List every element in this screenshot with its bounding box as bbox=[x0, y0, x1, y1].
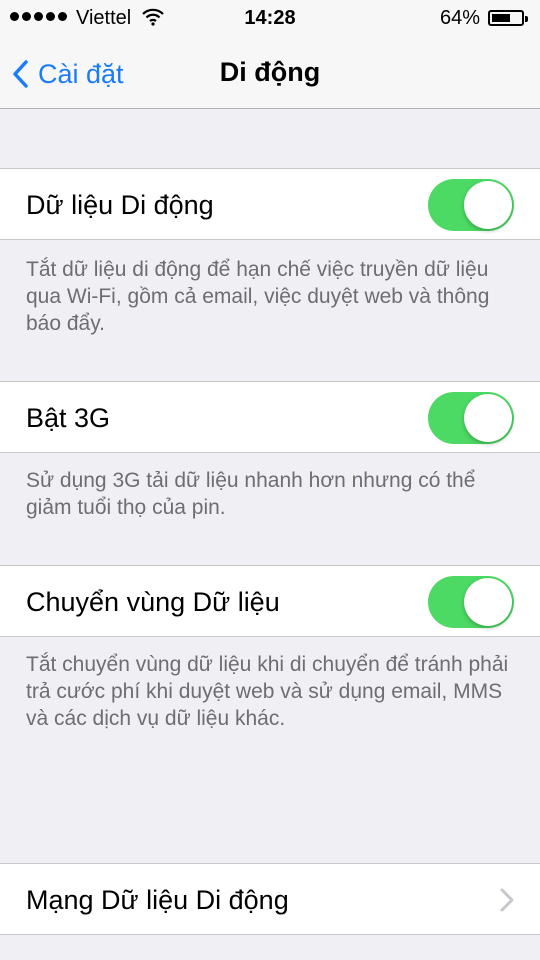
toggle-knob bbox=[464, 578, 512, 626]
navigation-bar: Cài đặt Di động bbox=[0, 40, 540, 109]
data-roaming-toggle[interactable] bbox=[428, 576, 514, 628]
status-bar: Viettel 14:28 64% bbox=[0, 0, 540, 40]
toggle-knob bbox=[464, 394, 512, 442]
enable-3g-description: Sử dụng 3G tải dữ liệu nhanh hơn nhưng c… bbox=[26, 469, 476, 519]
back-button[interactable]: Cài đặt bbox=[12, 40, 124, 108]
back-button-label: Cài đặt bbox=[38, 58, 124, 89]
enable-3g-row: Bật 3G bbox=[0, 381, 540, 453]
data-roaming-row: Chuyển vùng Dữ liệu bbox=[0, 565, 540, 637]
chevron-left-icon bbox=[13, 60, 28, 88]
enable-3g-toggle[interactable] bbox=[428, 392, 514, 444]
data-roaming-description: Tắt chuyển vùng dữ liệu khi di chuyển để… bbox=[26, 653, 509, 730]
enable-3g-label: Bật 3G bbox=[26, 403, 111, 433]
cellular-data-row: Dữ liệu Di động bbox=[0, 168, 540, 240]
cellular-data-toggle[interactable] bbox=[428, 179, 514, 231]
cellular-data-network-label: Mạng Dữ liệu Di động bbox=[26, 885, 289, 915]
toggle-knob bbox=[464, 181, 512, 229]
chevron-right-icon bbox=[500, 888, 514, 912]
data-roaming-label: Chuyển vùng Dữ liệu bbox=[26, 587, 280, 617]
battery-percentage: 64% bbox=[440, 7, 481, 29]
battery-icon bbox=[488, 10, 528, 26]
cellular-data-label: Dữ liệu Di động bbox=[26, 190, 214, 220]
cellular-data-description: Tắt dữ liệu di động để hạn chế việc truy… bbox=[26, 258, 490, 335]
cellular-data-network-row[interactable]: Mạng Dữ liệu Di động bbox=[0, 863, 540, 935]
